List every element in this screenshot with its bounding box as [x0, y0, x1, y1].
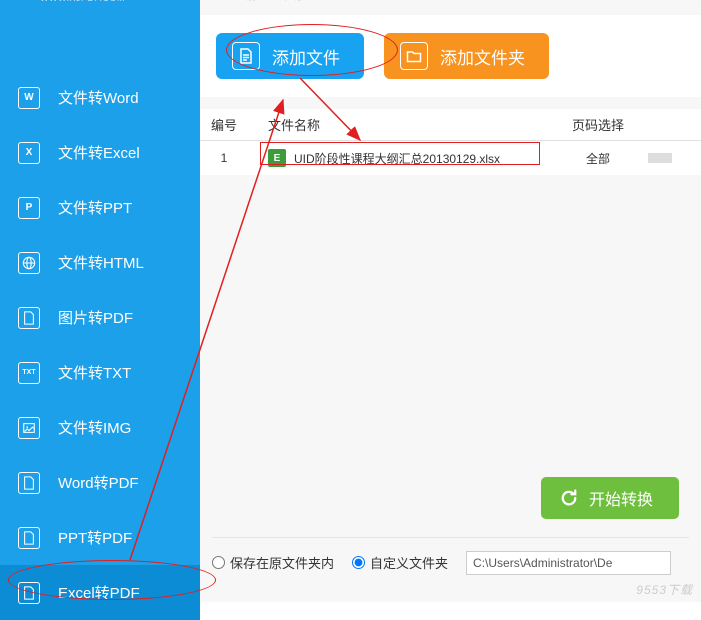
save-row: 保存在原文件夹内 自定义文件夹 — [212, 537, 689, 577]
refresh-icon — [559, 488, 579, 508]
save-source-label: 保存在原文件夹内 — [230, 553, 334, 572]
save-source-radio[interactable]: 保存在原文件夹内 — [212, 553, 334, 572]
main: 注册 帮助 添加文件 添加文件夹 编号 文件名称 页码选择 1 E UID阶段性… — [200, 0, 701, 602]
sidebar-item-label: 文件转TXT — [58, 362, 131, 383]
sidebar-item-label: 图片转PDF — [58, 307, 133, 328]
row-page: 全部 — [548, 150, 648, 167]
row-filename: UID阶段性课程大纲汇总20130129.xlsx — [294, 150, 500, 167]
sidebar-item-label: Word转PDF — [58, 472, 139, 493]
row-progress — [648, 153, 701, 163]
save-custom-radio[interactable]: 自定义文件夹 — [352, 553, 448, 572]
logo-url: WWW.XJPDF.COM — [10, 0, 125, 3]
sidebar-item-word2pdf[interactable]: Word转PDF — [0, 455, 200, 510]
save-radio-group: 保存在原文件夹内 自定义文件夹 — [212, 553, 466, 572]
sidebar-item-txt[interactable]: TXT 文件转TXT — [0, 345, 200, 400]
bottom-bar: 开始转换 保存在原文件夹内 自定义文件夹 — [200, 465, 701, 577]
sidebar-item-excel[interactable]: X 文件转Excel — [0, 125, 200, 180]
image-icon — [18, 417, 40, 439]
sidebar-item-excel2pdf[interactable]: Excel转PDF — [0, 565, 200, 620]
sidebar-item-label: 文件转IMG — [58, 417, 131, 438]
globe-icon — [18, 252, 40, 274]
col-name-header: 文件名称 — [248, 115, 548, 134]
txt-icon: TXT — [18, 362, 40, 384]
sidebar-items: W 文件转Word X 文件转Excel P 文件转PPT 文件转HTML 图片… — [0, 15, 200, 620]
save-path-input[interactable] — [466, 551, 671, 575]
pdf-icon — [18, 527, 40, 549]
start-row: 开始转换 — [212, 465, 689, 537]
save-custom-label: 自定义文件夹 — [370, 553, 448, 572]
file-icon — [232, 42, 260, 70]
word-icon: W — [18, 87, 40, 109]
action-row: 添加文件 添加文件夹 — [200, 15, 701, 97]
start-convert-button[interactable]: 开始转换 — [541, 477, 679, 519]
sidebar: WWW.XJPDF.COM W 文件转Word X 文件转Excel P 文件转… — [0, 0, 200, 602]
add-file-button[interactable]: 添加文件 — [216, 33, 364, 79]
pdf-icon — [18, 307, 40, 329]
sidebar-item-label: Excel转PDF — [58, 582, 140, 603]
add-folder-button[interactable]: 添加文件夹 — [384, 33, 549, 79]
file-table: 编号 文件名称 页码选择 1 E UID阶段性课程大纲汇总20130129.xl… — [200, 109, 701, 175]
register-link[interactable]: 注册 — [235, 0, 257, 2]
ppt-icon: P — [18, 197, 40, 219]
pdf-icon — [18, 472, 40, 494]
sidebar-item-label: PPT转PDF — [58, 527, 132, 548]
table-row[interactable]: 1 E UID阶段性课程大纲汇总20130129.xlsx 全部 — [200, 141, 701, 175]
add-file-label: 添加文件 — [272, 44, 340, 69]
sidebar-item-word[interactable]: W 文件转Word — [0, 70, 200, 125]
sidebar-item-label: 文件转Excel — [58, 142, 140, 163]
row-name-cell: E UID阶段性课程大纲汇总20130129.xlsx — [248, 149, 548, 167]
watermark: 9553下载 — [636, 581, 693, 598]
sidebar-item-ppt2pdf[interactable]: PPT转PDF — [0, 510, 200, 565]
sidebar-item-html[interactable]: 文件转HTML — [0, 235, 200, 290]
help-link[interactable]: 帮助 — [280, 0, 302, 2]
add-folder-label: 添加文件夹 — [440, 44, 525, 69]
sidebar-item-img2pdf[interactable]: 图片转PDF — [0, 290, 200, 345]
excel-file-icon: E — [268, 149, 286, 167]
sidebar-item-label: 文件转Word — [58, 87, 139, 108]
row-num: 1 — [200, 151, 248, 165]
logo-area: WWW.XJPDF.COM — [0, 0, 200, 15]
sidebar-item-ppt[interactable]: P 文件转PPT — [0, 180, 200, 235]
save-source-input[interactable] — [212, 556, 225, 569]
start-label: 开始转换 — [589, 486, 653, 510]
col-page-header: 页码选择 — [548, 115, 648, 134]
topbar: 注册 帮助 — [200, 0, 701, 15]
pdf-icon — [18, 582, 40, 604]
save-custom-input[interactable] — [352, 556, 365, 569]
col-num-header: 编号 — [200, 115, 248, 134]
sidebar-item-label: 文件转HTML — [58, 252, 144, 273]
sidebar-item-label: 文件转PPT — [58, 197, 132, 218]
progress-bar — [648, 153, 672, 163]
table-header: 编号 文件名称 页码选择 — [200, 109, 701, 141]
folder-icon — [400, 42, 428, 70]
sidebar-item-img[interactable]: 文件转IMG — [0, 400, 200, 455]
excel-icon: X — [18, 142, 40, 164]
